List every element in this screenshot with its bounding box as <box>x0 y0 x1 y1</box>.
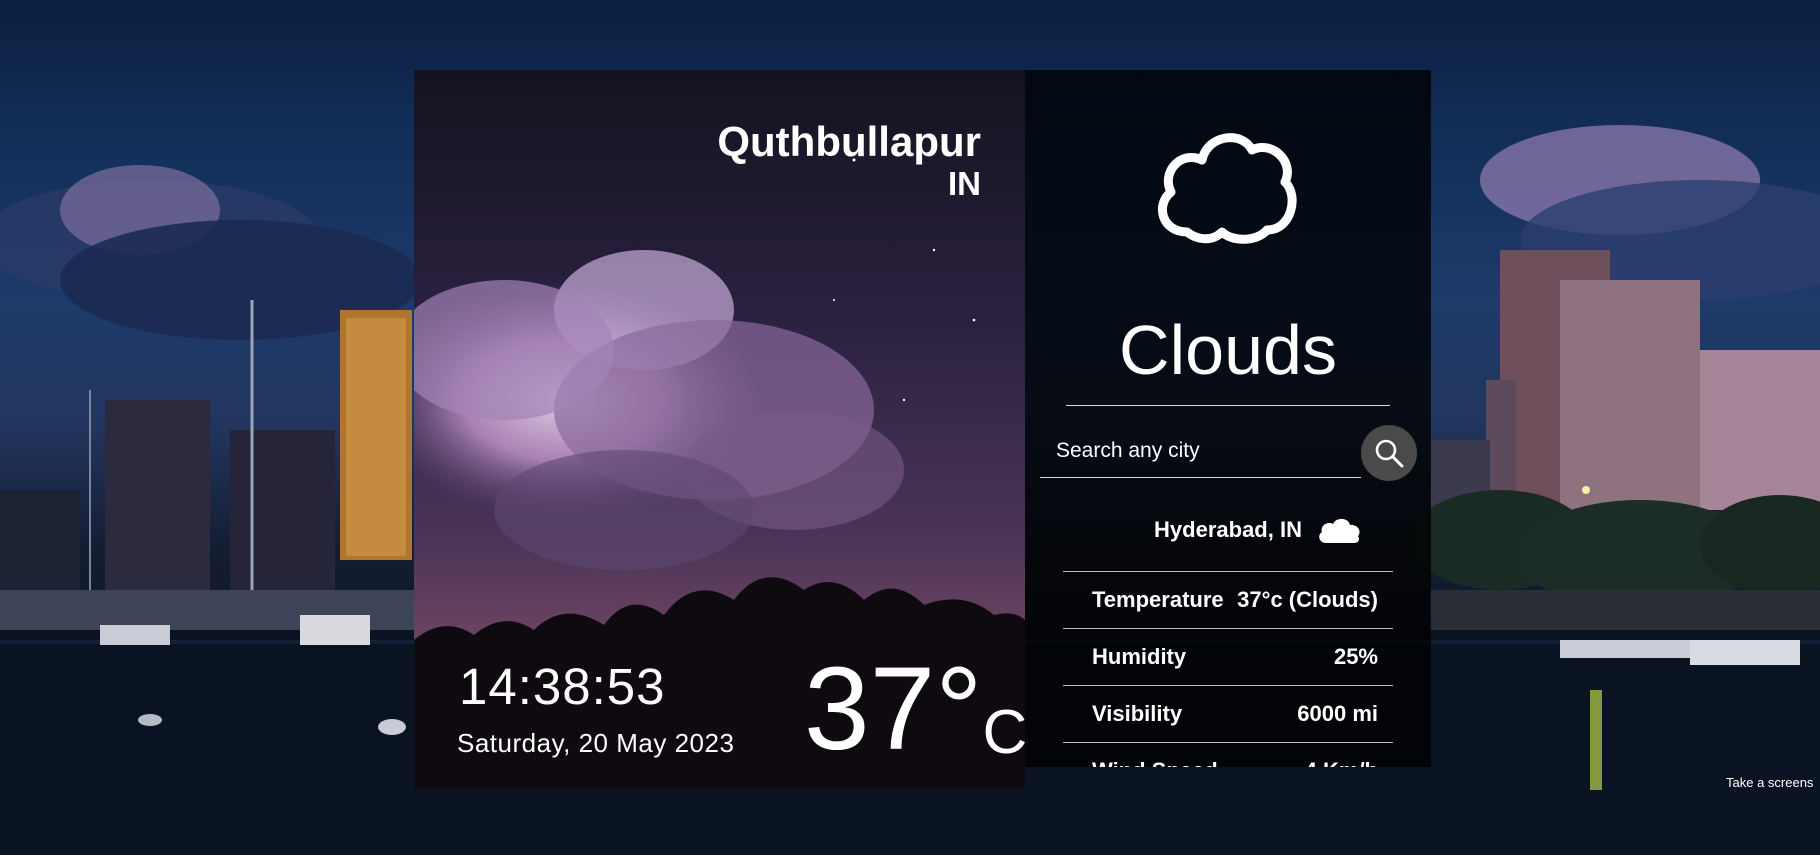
cloud-outline-icon <box>1157 133 1297 244</box>
detail-label: Temperature <box>1092 587 1224 612</box>
detail-row-humidity: Humidity 25% <box>1063 628 1393 685</box>
divider <box>1066 405 1390 406</box>
detail-value: 25% <box>1333 644 1378 669</box>
detail-label: Visibility <box>1092 701 1183 726</box>
detail-value: 6000 mi <box>1297 701 1378 726</box>
current-temperature: 37°C <box>804 650 1025 768</box>
current-time: 14:38:53 <box>459 658 666 715</box>
country-code: IN <box>948 165 981 202</box>
cloud-icon <box>1319 518 1360 543</box>
detail-value: 37°c (Clouds) <box>1237 587 1378 612</box>
detail-row-visibility: Visibility 6000 mi <box>1063 685 1393 742</box>
temperature-value: 37° <box>804 643 983 775</box>
detail-value: 4 Km/h <box>1305 758 1378 767</box>
search-button[interactable] <box>1361 425 1417 481</box>
result-location: Hyderabad, IN <box>1154 517 1302 542</box>
current-date: Saturday, 20 May 2023 <box>457 728 735 758</box>
search-input[interactable] <box>1040 427 1360 475</box>
location-card: Quthbullapur IN 14:38:53 Saturday, 20 Ma… <box>414 70 1025 789</box>
weather-details: Temperature 37°c (Clouds) Humidity 25% V… <box>1063 571 1393 767</box>
detail-label: Humidity <box>1092 644 1187 669</box>
detail-label: Wind Speed <box>1092 758 1218 767</box>
temperature-unit: C <box>982 698 1025 767</box>
search-icon <box>1375 439 1404 468</box>
detail-row-wind-speed: Wind Speed 4 Km/h <box>1063 742 1393 767</box>
weather-condition: Clouds <box>1119 311 1337 389</box>
city-name: Quthbullapur <box>717 118 981 165</box>
weather-panel: Clouds Hyderabad, IN Temperature 37°c (C… <box>1025 70 1431 767</box>
screenshot-hint[interactable]: Take a screens <box>1726 775 1813 790</box>
result-location-row: Hyderabad, IN <box>1025 515 1431 545</box>
detail-row-temperature: Temperature 37°c (Clouds) <box>1063 571 1393 628</box>
search-field <box>1040 427 1361 478</box>
